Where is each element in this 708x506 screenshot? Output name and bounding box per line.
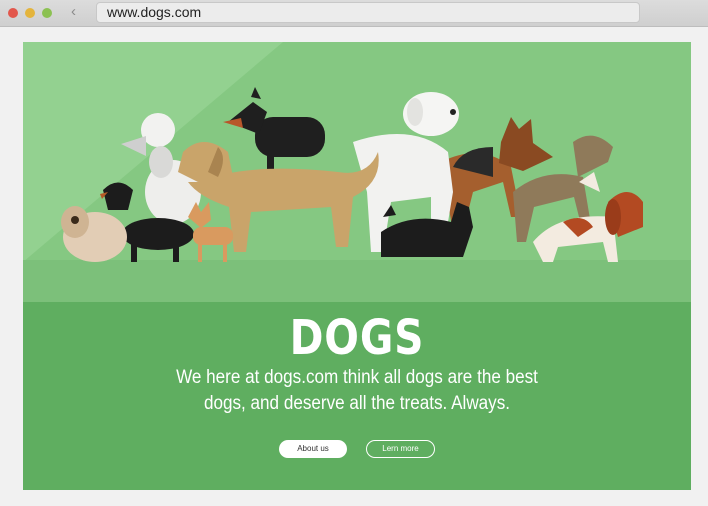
website: DOGS We here at dogs.com think all dogs …: [23, 42, 691, 490]
hero-banner: [23, 42, 691, 302]
maximize-window-dot[interactable]: [42, 8, 52, 18]
page-title: DOGS: [289, 310, 425, 366]
about-us-button[interactable]: About us: [279, 440, 347, 458]
hero-content: DOGS We here at dogs.com think all dogs …: [23, 302, 691, 490]
learn-more-button[interactable]: Lern more: [366, 440, 435, 458]
page-viewport: DOGS We here at dogs.com think all dogs …: [0, 27, 708, 506]
chihuahua-icon: [188, 202, 233, 262]
back-arrow-icon[interactable]: ‹: [71, 3, 76, 20]
close-window-dot[interactable]: [8, 8, 18, 18]
dogs-illustration: [61, 87, 643, 262]
address-bar[interactable]: www.dogs.com: [96, 2, 640, 23]
scottish-terrier-icon: [381, 202, 473, 257]
url-text: www.dogs.com: [107, 4, 202, 20]
browser-toolbar: ‹ www.dogs.com: [0, 0, 708, 27]
tagline-text: We here at dogs.com think all dogs are t…: [176, 367, 538, 414]
pekingese-icon: [61, 206, 127, 262]
minimize-window-dot[interactable]: [25, 8, 35, 18]
